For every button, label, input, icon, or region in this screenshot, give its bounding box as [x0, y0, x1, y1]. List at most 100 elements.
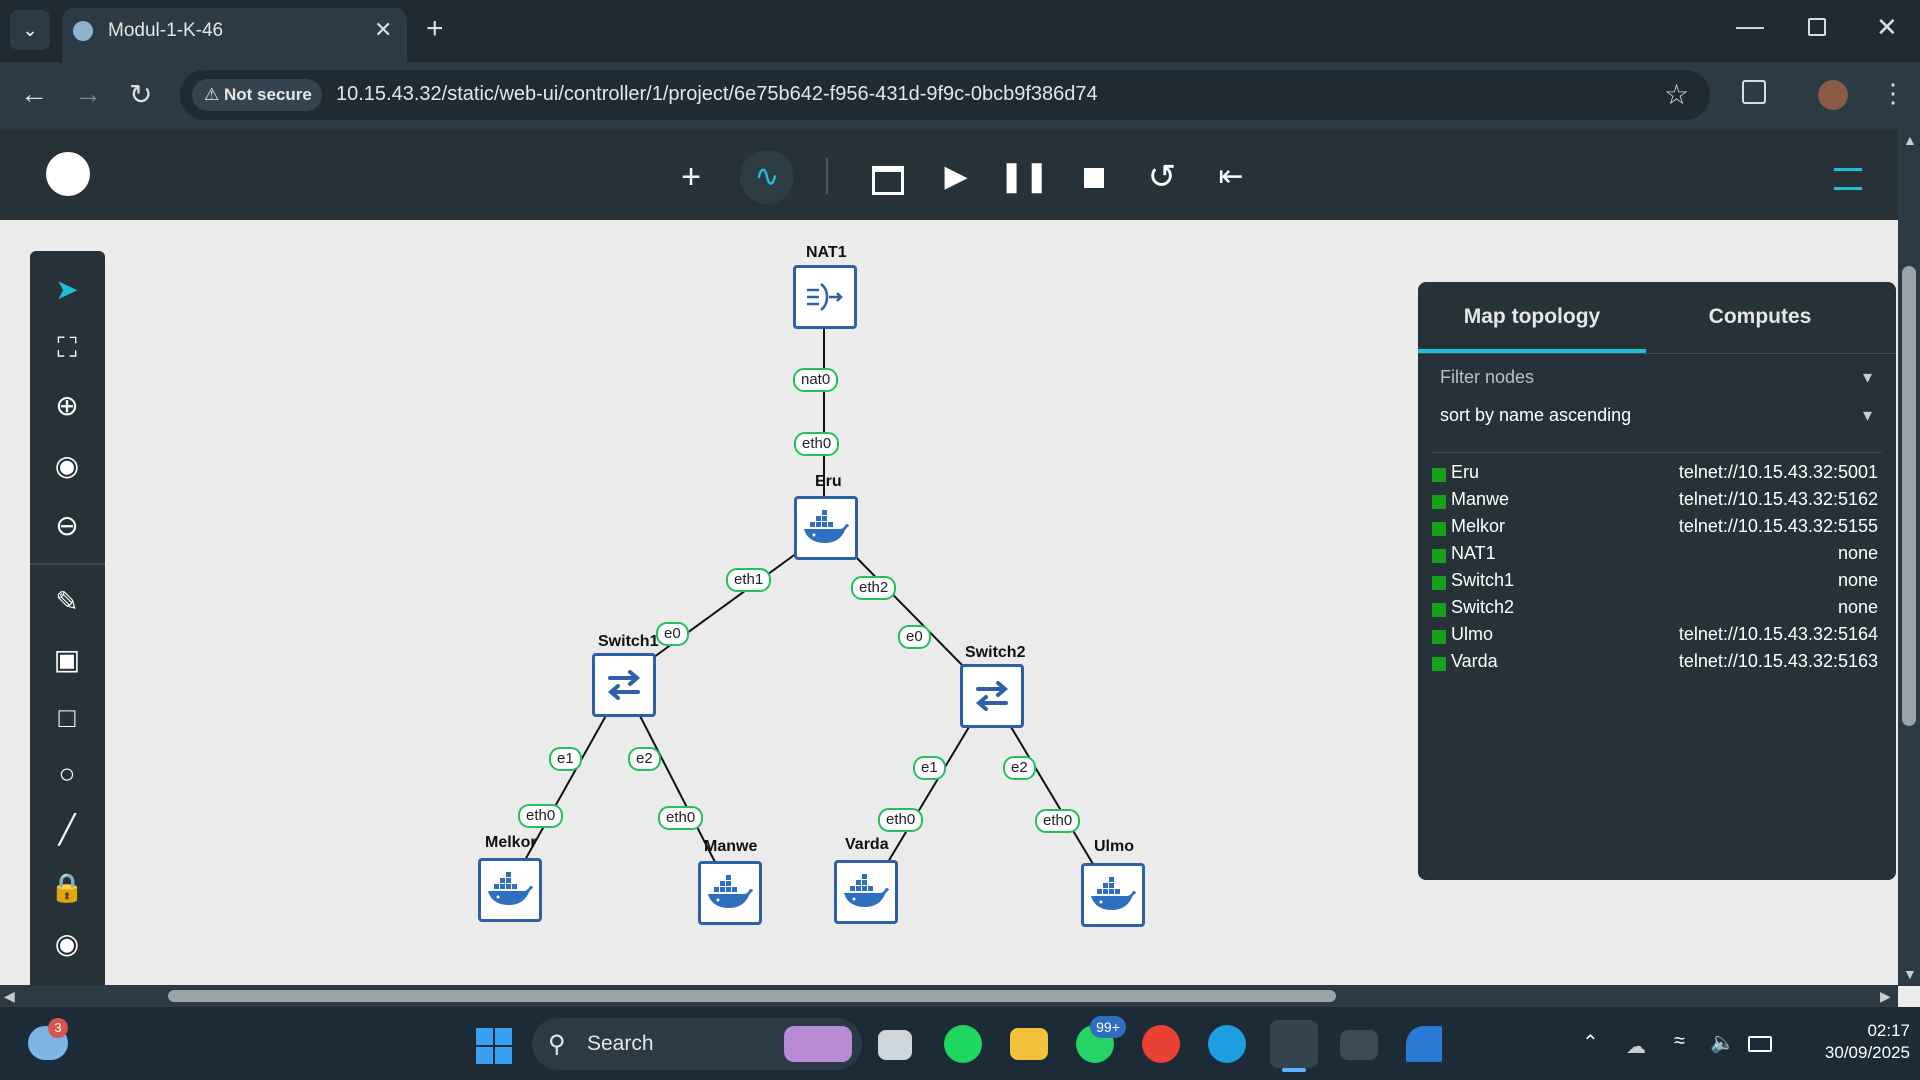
- iface-label[interactable]: e0: [656, 622, 689, 646]
- clock-date: 30/09/2025: [1824, 1043, 1910, 1062]
- iface-label[interactable]: eth1: [726, 568, 772, 592]
- whatsapp-badge: 99+: [1090, 1016, 1126, 1038]
- scroll-down-arrow-icon[interactable]: ▼: [1903, 966, 1917, 982]
- iface-label[interactable]: eth0: [658, 806, 704, 830]
- link-eru-switch2: [851, 552, 964, 667]
- iface-label[interactable]: e1: [549, 747, 582, 771]
- node-list-name: NAT1: [1451, 543, 1496, 563]
- node-list-row[interactable]: Switch2 none: [1432, 597, 1878, 624]
- dropdown-arrow-icon: ▾: [1862, 405, 1872, 425]
- file-explorer-icon[interactable]: [1010, 1028, 1048, 1060]
- node-list-row[interactable]: Switch1 none: [1432, 570, 1878, 597]
- node-list-console: none: [1837, 543, 1878, 563]
- node-list-name: Melkor: [1451, 516, 1506, 536]
- taskbar-clock[interactable]: 02:17 30/09/2025: [1760, 1020, 1910, 1064]
- iface-label[interactable]: e2: [1003, 756, 1036, 780]
- node-list-name: Switch2: [1451, 597, 1515, 617]
- node-varda[interactable]: [834, 860, 898, 924]
- filter-nodes-label: Filter nodes: [1440, 367, 1535, 387]
- volume-muted-icon[interactable]: 🔈: [1710, 1030, 1735, 1055]
- status-indicator: [1432, 495, 1446, 509]
- onedrive-icon[interactable]: ☁: [1626, 1034, 1646, 1059]
- vertical-scroll-thumb[interactable]: [1902, 266, 1916, 726]
- iface-label[interactable]: eth2: [851, 576, 897, 600]
- node-label-manwe: Manwe: [704, 838, 758, 855]
- windows-start-icon[interactable]: [476, 1028, 512, 1064]
- sort-label: sort by name ascending: [1440, 405, 1632, 425]
- node-list-name: Switch1: [1451, 570, 1515, 590]
- search-icon: ⚲: [548, 1031, 566, 1058]
- iface-label[interactable]: e0: [898, 625, 931, 649]
- spotify-icon[interactable]: [944, 1025, 982, 1063]
- node-list-name: Ulmo: [1451, 624, 1494, 644]
- chrome-icon[interactable]: [1142, 1025, 1180, 1063]
- node-switch1[interactable]: [592, 653, 656, 717]
- node-label-varda: Varda: [845, 836, 889, 853]
- horizontal-scroll-thumb[interactable]: [168, 990, 1336, 1002]
- status-indicator: [1432, 522, 1446, 536]
- iface-label[interactable]: e2: [628, 747, 661, 771]
- node-list-row[interactable]: Melkor telnet://10.15.43.32:5155: [1432, 516, 1878, 543]
- switch-icon: [975, 681, 1009, 711]
- node-list-name: Manwe: [1451, 489, 1510, 509]
- docker-icon: [488, 872, 533, 905]
- active-app-indicator: [1282, 1068, 1306, 1072]
- docker-icon: [804, 510, 849, 543]
- task-view-icon[interactable]: [878, 1030, 912, 1060]
- iface-label[interactable]: eth0: [794, 432, 840, 456]
- status-indicator: [1432, 657, 1446, 671]
- scroll-left-arrow-icon[interactable]: ◀: [4, 988, 15, 1005]
- iface-label[interactable]: e1: [913, 756, 946, 780]
- status-indicator: [1432, 576, 1446, 590]
- node-list-console: telnet://10.15.43.32:5163: [1678, 651, 1878, 671]
- sort-select[interactable]: sort by name ascending ▾: [1440, 405, 1872, 437]
- filter-nodes-select[interactable]: Filter nodes ▾: [1440, 367, 1872, 399]
- status-indicator: [1432, 468, 1446, 482]
- node-label-nat1: NAT1: [806, 244, 847, 261]
- edge-icon[interactable]: [1208, 1025, 1246, 1063]
- dropdown-arrow-icon: ▾: [1862, 367, 1872, 387]
- node-list-row[interactable]: Eru telnet://10.15.43.32:5001: [1432, 462, 1878, 489]
- chevron-up-icon[interactable]: ⌃: [1582, 1030, 1599, 1055]
- node-melkor[interactable]: [478, 858, 542, 922]
- iface-label[interactable]: eth0: [878, 808, 924, 832]
- search-highlight-image: [784, 1026, 852, 1062]
- node-manwe[interactable]: [698, 861, 762, 925]
- iface-label[interactable]: eth0: [518, 804, 564, 828]
- tab-map-topology[interactable]: Map topology: [1418, 282, 1646, 352]
- node-label-switch1: Switch1: [598, 633, 659, 650]
- docker-icon: [708, 875, 753, 908]
- node-ulmo[interactable]: [1081, 863, 1145, 927]
- node-list-console: none: [1837, 597, 1878, 617]
- node-list-console: none: [1837, 570, 1878, 590]
- node-label-ulmo: Ulmo: [1094, 838, 1134, 855]
- search-placeholder: Search: [587, 1032, 654, 1055]
- node-list-row[interactable]: Varda telnet://10.15.43.32:5163: [1432, 651, 1878, 678]
- node-list-row[interactable]: Ulmo telnet://10.15.43.32:5164: [1432, 624, 1878, 651]
- iface-label[interactable]: nat0: [793, 368, 839, 392]
- clock-time: 02:17: [1867, 1021, 1910, 1040]
- node-list-console: telnet://10.15.43.32:5155: [1678, 516, 1878, 536]
- iface-label[interactable]: eth0: [1035, 809, 1081, 833]
- scroll-right-arrow-icon[interactable]: ▶: [1880, 988, 1891, 1005]
- link-switch1-melkor: [524, 711, 609, 861]
- switch-icon: [607, 670, 641, 700]
- node-label-melkor: Melkor: [485, 834, 537, 851]
- tab-computes[interactable]: Computes: [1646, 282, 1874, 352]
- link-switch2-varda: [887, 721, 973, 863]
- link-switch2-ulmo: [1007, 721, 1094, 865]
- terminal-icon[interactable]: [1340, 1030, 1378, 1060]
- node-switch2[interactable]: [960, 664, 1024, 728]
- node-eru[interactable]: [794, 496, 858, 560]
- node-nat1[interactable]: [793, 265, 857, 329]
- panel-divider: [1418, 353, 1896, 354]
- status-indicator: [1432, 630, 1446, 644]
- scroll-up-arrow-icon[interactable]: ▲: [1903, 132, 1917, 148]
- node-list-row[interactable]: Manwe telnet://10.15.43.32:5162: [1432, 489, 1878, 516]
- chrome-profile-icon[interactable]: [1270, 1020, 1318, 1068]
- wifi-icon[interactable]: ≈: [1674, 1030, 1685, 1053]
- node-list-row[interactable]: NAT1 none: [1432, 543, 1878, 570]
- node-label-switch2: Switch2: [965, 644, 1026, 661]
- node-list-name: Eru: [1451, 462, 1480, 482]
- wireshark-icon[interactable]: [1406, 1026, 1442, 1062]
